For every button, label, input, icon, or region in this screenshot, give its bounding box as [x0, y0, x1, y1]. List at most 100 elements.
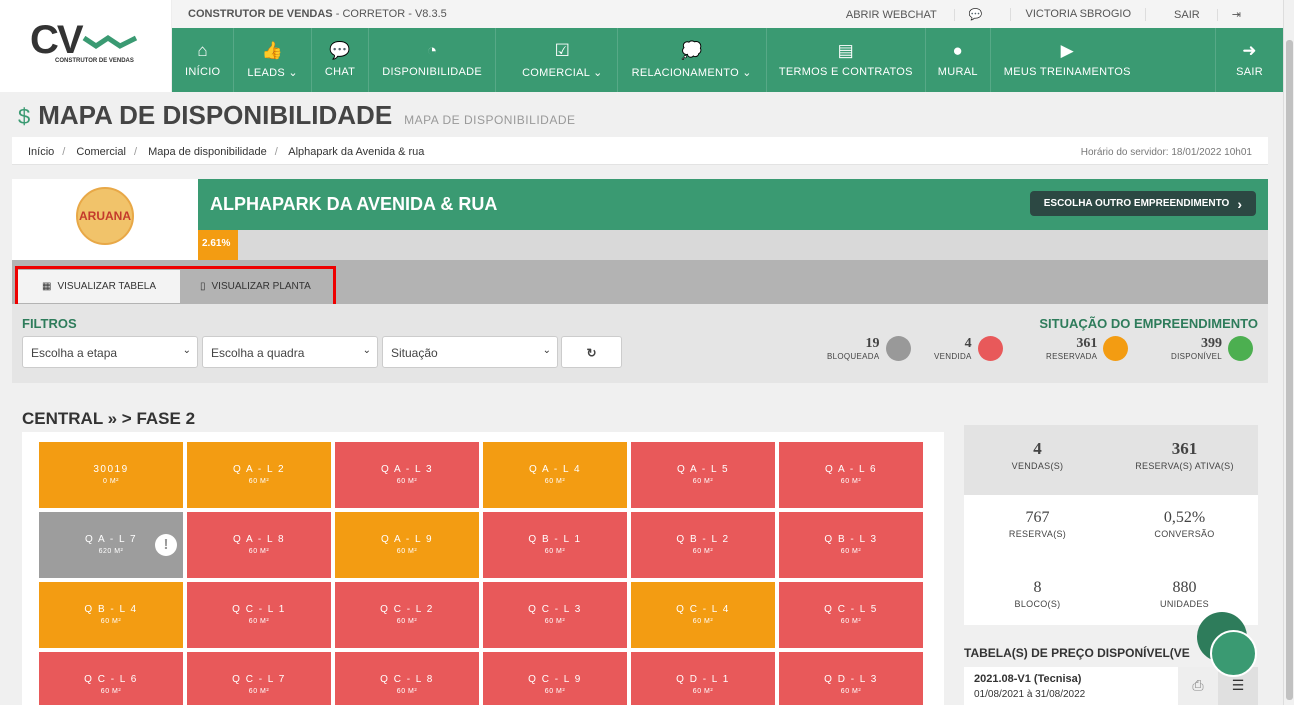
stat-reservada[interactable]: 361 RESERVADA [1046, 336, 1129, 361]
stat-disponivel[interactable]: 399 DISPONÍVEL [1171, 336, 1254, 361]
breadcrumb-mapa[interactable]: Mapa de disponibilidade [148, 146, 267, 158]
scrollbar-thumb[interactable] [1286, 40, 1293, 700]
tabs-highlight-box [15, 266, 336, 309]
chat-fab[interactable] [1210, 630, 1257, 677]
dashboard-icon: ◔ [426, 41, 438, 60]
unit-label: Q C - L 8 [380, 674, 434, 685]
price-table-name: 2021.08-V1 (Tecnisa) [974, 673, 1082, 685]
unit-label: Q A - L 9 [380, 534, 434, 545]
unit-cell[interactable]: Q A - L 7 620 M²! [39, 512, 183, 578]
comments-icon: 💭 [680, 40, 703, 60]
filters-title: FILTROS [22, 316, 77, 331]
unit-label: Q C - L 4 [676, 604, 730, 615]
play-icon: ▶ [1060, 41, 1074, 60]
unit-cell[interactable]: Q C - L 9 60 M² [483, 652, 627, 705]
unit-size: 0 M² [103, 478, 119, 485]
nav-relacionamento[interactable]: 💭 RELACIONAMENTO ⌄ [618, 28, 767, 92]
server-time: Horário do servidor: 18/01/2022 10h01 [1080, 147, 1252, 158]
page-scrollbar[interactable] [1283, 0, 1294, 705]
situacao-select[interactable]: Situação ⌄ [382, 336, 558, 368]
breadcrumb-current: Alphapark da Avenida & rua [288, 146, 425, 158]
breadcrumb-inicio[interactable]: Início [28, 146, 54, 158]
unit-cell[interactable]: Q A - L 6 60 M² [779, 442, 923, 508]
logo-mark: CV [30, 18, 84, 62]
status-dot [1228, 336, 1254, 361]
unit-cell[interactable]: Q A - L 5 60 M² [631, 442, 775, 508]
unit-size: 60 M² [248, 548, 270, 555]
kpi-reserva: 767 RESERVA(S) [1008, 509, 1067, 539]
progress-fill: 2.61% [198, 230, 238, 260]
chat-small-icon: 💬 [953, 9, 997, 21]
unit-size: 60 M² [544, 478, 566, 485]
app-logo[interactable]: CV CONSTRUTOR DE VENDAS [0, 0, 172, 92]
kpi-bottom: 767 RESERVA(S) 0,52% CONVERSÃO 8 BLOCO(S) 8… [964, 495, 1258, 625]
open-webchat-link[interactable]: ABRIR WEBCHAT 💬 [818, 8, 1011, 21]
project-progress: 2.61% [198, 230, 1268, 260]
nav-disponibilidade[interactable]: ◔ DISPONIBILIDADE [369, 28, 497, 92]
choose-project-button[interactable]: ESCOLHA OUTRO EMPREENDIMENTO › [1029, 191, 1256, 216]
stat-bloqueada[interactable]: 19 BLOQUEADA [827, 336, 911, 361]
unit-size: 60 M² [544, 688, 566, 695]
unit-label: Q A - L 8 [232, 534, 286, 545]
units-grid: 30019 0 M² Q A - L 2 60 M² Q A - L 3 60 M² Q A… [22, 432, 944, 705]
etapa-select[interactable]: Escolha a etapa ⌄ [22, 336, 198, 368]
thumbs-up-icon: 👍 [261, 40, 284, 60]
chevron-down-icon: ⌄ [542, 345, 551, 356]
unit-cell[interactable]: Q C - L 4 60 M² [631, 582, 775, 648]
pdf-icon[interactable]: ⎙ [1178, 667, 1218, 705]
status-dot [1103, 336, 1129, 361]
unit-cell[interactable]: Q B - L 4 60 M² [39, 582, 183, 648]
unit-cell[interactable]: Q C - L 6 60 M² [39, 652, 183, 705]
unit-cell[interactable]: 30019 0 M² [39, 442, 183, 508]
page-title: MAPA DE DISPONIBILIDADE [38, 100, 393, 130]
unit-size: 60 M² [100, 688, 122, 695]
nav-mural[interactable]: ● MURAL [926, 28, 991, 92]
nav-comercial[interactable]: ☑ COMERCIAL ⌄ [496, 28, 618, 92]
quadra-select[interactable]: Escolha a quadra ⌄ [202, 336, 378, 368]
project-name: ALPHAPARK DA AVENIDA & RUA [210, 194, 498, 214]
unit-cell[interactable]: Q B - L 2 60 M² [631, 512, 775, 578]
status-dot [977, 336, 1003, 361]
nav-treinamentos[interactable]: ▶ MEUS TREINAMENTOS [991, 28, 1144, 92]
unit-cell[interactable]: Q C - L 7 60 M² [187, 652, 331, 705]
unit-cell[interactable]: Q A - L 8 60 M² [187, 512, 331, 578]
kpi-bloco: 8 BLOCO(S) [1014, 579, 1061, 609]
project-logo-box: ARUANA [12, 179, 198, 260]
unit-size: 60 M² [248, 618, 270, 625]
unit-cell[interactable]: Q A - L 3 60 M² [335, 442, 479, 508]
nav-chat[interactable]: 💬 CHAT [312, 28, 370, 92]
unit-cell[interactable]: Q C - L 2 60 M² [335, 582, 479, 648]
unit-label: Q B - L 3 [824, 534, 878, 545]
nav-leads[interactable]: 👍 LEADS ⌄ [234, 28, 312, 92]
unit-cell[interactable]: Q C - L 5 60 M² [779, 582, 923, 648]
unit-cell[interactable]: Q B - L 3 60 M² [779, 512, 923, 578]
price-table-row: 2021.08-V1 (Tecnisa) 01/08/2021 à 31/08/… [964, 667, 1258, 705]
unit-cell[interactable]: Q C - L 8 60 M² [335, 652, 479, 705]
stat-vendida[interactable]: 4 VENDIDA [934, 336, 1003, 361]
check-icon: ☑ [554, 40, 571, 60]
nav-inicio[interactable]: ⌂ INÍCIO [172, 28, 235, 92]
breadcrumb: Início / Comercial / Mapa de disponibilida… [12, 137, 1268, 165]
unit-cell[interactable]: Q C - L 1 60 M² [187, 582, 331, 648]
filters-panel: FILTROS Escolha a etapa ⌄ Escolha a quadr… [12, 304, 1268, 383]
user-name-link[interactable]: VICTORIA SBROGIO [1010, 8, 1145, 21]
nav-termos[interactable]: ▤ TERMOS E CONTRATOS [767, 28, 926, 92]
warning-icon[interactable]: ! [155, 534, 177, 556]
unit-size: 60 M² [840, 478, 862, 485]
unit-cell[interactable]: Q D - L 1 60 M² [631, 652, 775, 705]
unit-cell[interactable]: Q D - L 3 60 M² [779, 652, 923, 705]
status-dot [885, 336, 911, 361]
reset-filters-button[interactable]: ↻ [561, 336, 622, 368]
unit-cell[interactable]: Q B - L 1 60 M² [483, 512, 627, 578]
unit-label: Q C - L 5 [824, 604, 878, 615]
logout-link[interactable]: SAIR ⇥ [1145, 8, 1269, 21]
unit-label: Q D - L 1 [676, 674, 730, 685]
unit-label: Q B - L 2 [676, 534, 730, 545]
unit-cell[interactable]: Q A - L 2 60 M² [187, 442, 331, 508]
page-header: $ MAPA DE DISPONIBILIDADE MAPA DE DISPON… [18, 100, 576, 131]
unit-cell[interactable]: Q A - L 9 60 M² [335, 512, 479, 578]
unit-cell[interactable]: Q A - L 4 60 M² [483, 442, 627, 508]
breadcrumb-comercial[interactable]: Comercial [76, 146, 126, 158]
unit-cell[interactable]: Q C - L 3 60 M² [483, 582, 627, 648]
nav-sair[interactable]: ➜ SAIR [1215, 28, 1283, 92]
